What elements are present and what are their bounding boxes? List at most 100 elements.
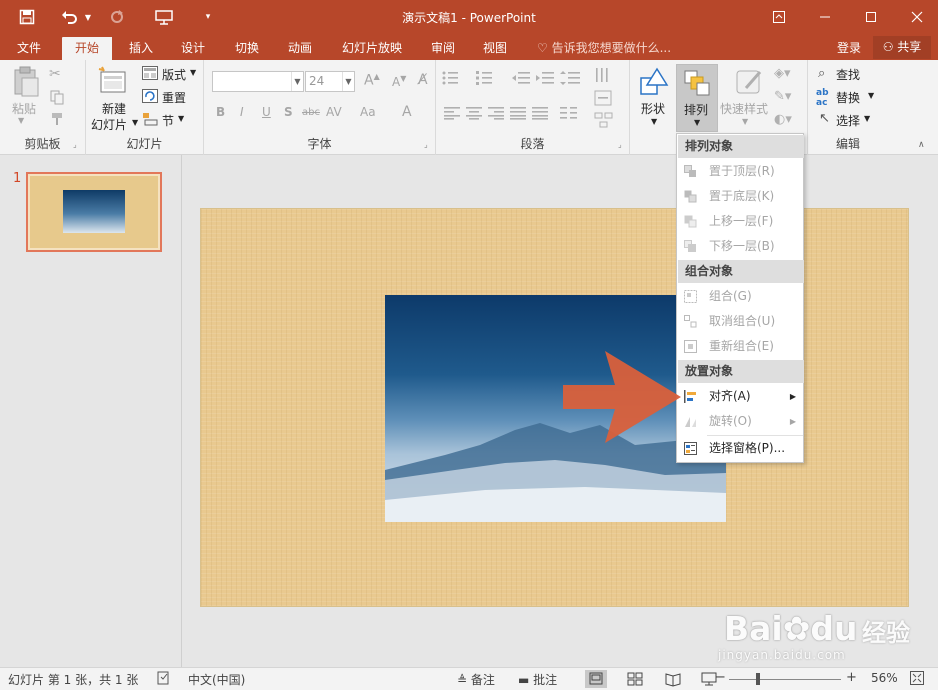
minimize-button[interactable] [802,0,848,33]
menu-item-group[interactable]: 组合(G) [678,284,804,309]
quick-styles-dropdown-icon[interactable]: ▼ [742,117,748,126]
spelling-icon[interactable] [157,671,171,688]
font-name-combo[interactable]: ▼ [212,71,304,92]
new-slide-dropdown-icon[interactable]: ▼ [132,118,138,127]
maximize-button[interactable] [848,0,894,33]
font-color-button[interactable]: A [402,104,412,120]
select-dropdown-icon[interactable]: ▼ [864,114,870,123]
select-label[interactable]: 选择 [836,112,860,129]
menu-item-rotate[interactable]: 旋转(O) ▶ [678,409,804,434]
shape-outline-icon[interactable]: ✎▾ [774,89,791,104]
menu-item-send-backward[interactable]: 下移一层(B) [678,234,804,259]
quick-styles-icon[interactable] [734,66,766,98]
menu-item-align[interactable]: 对齐(A) ▶ [678,384,804,409]
arrange-button[interactable]: 排列 ▼ [676,64,718,132]
share-button[interactable]: ⚇ 共享 [873,36,931,59]
shapes-label[interactable]: 形状 [641,100,665,117]
clipboard-launcher-icon[interactable]: ⌟ [73,140,77,149]
zoom-out-button[interactable]: − [715,670,726,685]
columns-icon[interactable] [560,106,580,123]
distributed-icon[interactable] [532,106,548,123]
tab-slideshow[interactable]: 幻灯片放映 [334,37,410,60]
reset-icon[interactable] [142,89,158,103]
quick-styles-label[interactable]: 快速样式 [720,100,768,117]
normal-view-button[interactable] [585,670,607,688]
tab-insert[interactable]: 插入 [118,37,164,60]
comments-button[interactable]: ▬ 批注 [518,671,557,688]
section-dropdown-icon[interactable]: ▼ [178,114,184,123]
section-icon[interactable] [142,112,158,126]
replace-icon[interactable]: ab ac [816,88,829,108]
bold-button[interactable]: B [216,105,225,119]
section-label[interactable]: 节 [162,112,174,129]
copy-icon[interactable] [49,89,65,105]
reset-label[interactable]: 重置 [162,89,186,106]
shapes-icon[interactable] [638,66,670,98]
shadow-button[interactable]: S [284,105,293,119]
zoom-slider[interactable] [729,679,841,680]
new-slide-icon[interactable] [98,66,128,96]
reading-view-button[interactable] [662,670,684,688]
shape-fill-icon[interactable]: ◈▾ [774,66,791,81]
replace-dropdown-icon[interactable]: ▼ [868,91,874,100]
line-spacing-icon[interactable] [560,70,582,89]
italic-button[interactable]: I [240,105,244,119]
paste-icon[interactable] [12,66,40,98]
shape-effects-icon[interactable]: ◐▾ [774,112,792,127]
slide-sorter-view-button[interactable] [624,670,646,688]
ribbon-display-options-icon[interactable] [756,0,802,33]
menu-item-send-to-back[interactable]: 置于底层(K) [678,184,804,209]
shapes-dropdown-icon[interactable]: ▼ [651,117,657,126]
select-cursor-icon[interactable]: ↖ [819,111,830,126]
menu-item-bring-forward[interactable]: 上移一层(F) [678,209,804,234]
paste-dropdown-icon[interactable]: ▼ [18,116,24,125]
menu-item-ungroup[interactable]: 取消组合(U) [678,309,804,334]
font-size-dropdown-icon[interactable]: ▼ [342,72,354,91]
layout-label[interactable]: 版式 [162,66,186,83]
tab-home[interactable]: 开始 [62,37,112,60]
underline-button[interactable]: U [262,105,271,119]
decrease-indent-icon[interactable] [512,70,530,89]
char-spacing-button[interactable]: AV [326,105,342,119]
align-left-icon[interactable] [444,106,460,123]
tab-review[interactable]: 审阅 [420,37,466,60]
language-status[interactable]: 中文(中国) [188,671,245,688]
tab-design[interactable]: 设计 [170,37,216,60]
increase-indent-icon[interactable] [536,70,554,89]
cut-icon[interactable]: ✂ [49,66,65,82]
bullets-icon[interactable] [442,70,464,89]
increase-font-icon[interactable]: A▲ [364,72,380,89]
decrease-font-icon[interactable]: A▼ [392,74,406,89]
menu-item-selection-pane[interactable]: 选择窗格(P)... [678,436,804,461]
clear-format-icon[interactable]: A̸ [418,72,428,88]
tab-file[interactable]: 文件 [6,37,52,60]
align-center-icon[interactable] [466,106,482,123]
close-button[interactable] [894,0,938,33]
notes-button[interactable]: ≜ 备注 [457,671,495,688]
change-case-button[interactable]: Aa [360,105,376,119]
align-right-icon[interactable] [488,106,504,123]
zoom-level[interactable]: 56% [871,671,898,685]
layout-dropdown-icon[interactable]: ▼ [190,68,196,77]
new-slide-label-2[interactable]: 幻灯片 [91,116,127,133]
zoom-slider-thumb[interactable] [756,673,760,685]
align-text-icon[interactable] [594,90,614,109]
slide-thumbnail[interactable] [26,172,162,252]
tab-animations[interactable]: 动画 [277,37,323,60]
font-size-combo[interactable]: 24 ▼ [305,71,355,92]
strikethrough-button[interactable]: abc [302,107,320,118]
layout-icon[interactable] [142,66,158,80]
text-direction-icon[interactable] [594,66,616,87]
menu-item-bring-to-front[interactable]: 置于顶层(R) [678,159,804,184]
font-name-dropdown-icon[interactable]: ▼ [291,72,303,91]
find-icon[interactable]: ⌕ [818,66,825,81]
menu-item-regroup[interactable]: 重新组合(E) [678,334,804,359]
numbering-icon[interactable] [476,70,498,89]
justify-icon[interactable] [510,106,526,123]
format-painter-icon[interactable] [49,111,65,127]
collapse-ribbon-icon[interactable]: ∧ [918,140,925,150]
fit-slide-icon[interactable] [910,671,924,688]
replace-label[interactable]: 替换 [836,89,860,106]
smartart-icon[interactable] [594,112,614,131]
tab-view[interactable]: 视图 [472,37,518,60]
